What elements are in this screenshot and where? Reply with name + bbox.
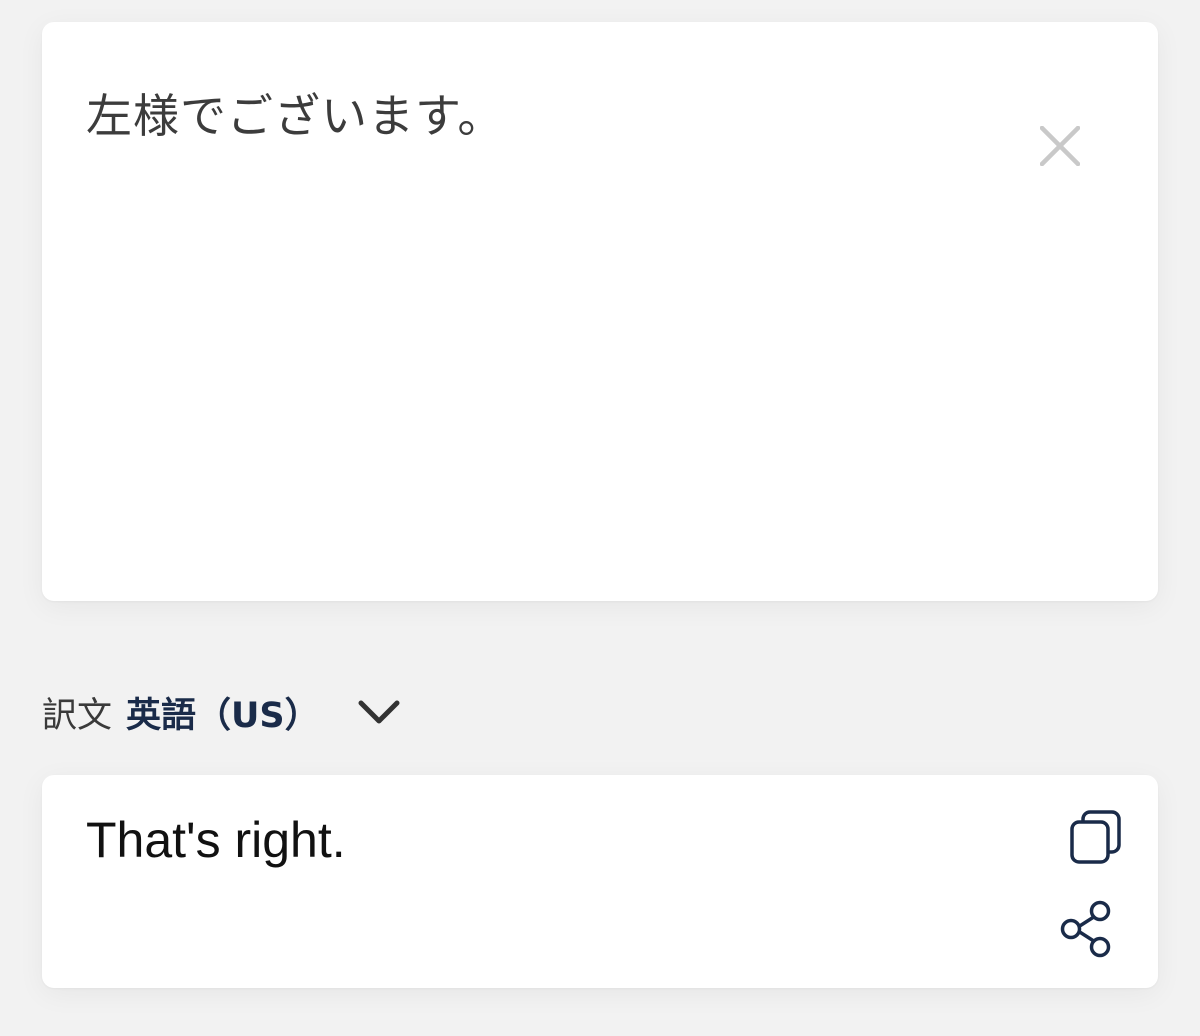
target-language-row: 訳文 英語（US） xyxy=(42,682,402,742)
copy-icon xyxy=(1070,810,1121,864)
translation-result-card: That's right. xyxy=(42,775,1158,988)
target-language-selector[interactable]: 英語（US） xyxy=(126,687,402,738)
target-language-name[interactable]: 英語（US） xyxy=(126,687,320,738)
source-text[interactable]: 左様でございます。 xyxy=(86,80,504,146)
translation-text: That's right. xyxy=(86,812,346,868)
target-language-label: 訳文 xyxy=(42,695,113,736)
source-text-card[interactable]: 左様でございます。 xyxy=(42,22,1158,601)
close-icon xyxy=(1040,126,1080,166)
copy-button[interactable] xyxy=(1064,805,1128,869)
chevron-down-icon[interactable] xyxy=(356,697,402,727)
share-button[interactable] xyxy=(1054,897,1118,961)
share-icon xyxy=(1060,900,1111,958)
clear-button[interactable] xyxy=(1036,122,1084,170)
